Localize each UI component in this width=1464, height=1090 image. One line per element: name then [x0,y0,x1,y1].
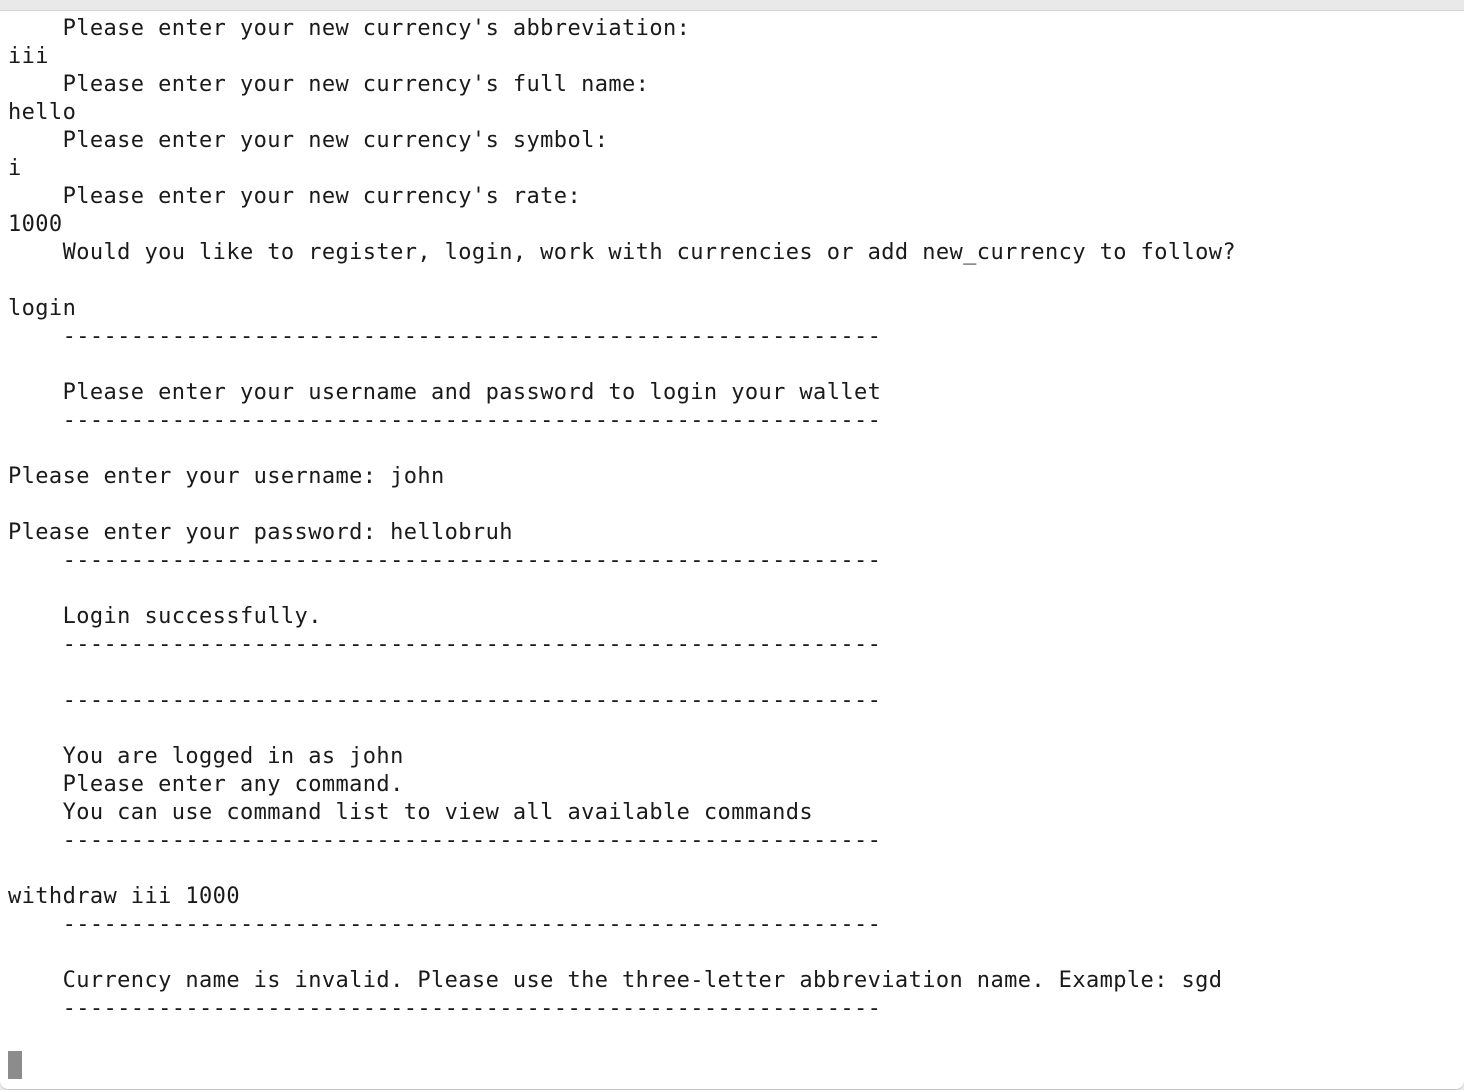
terminal-line: Would you like to register, login, work … [8,240,1237,265]
terminal-line: Login successfully. [8,604,322,629]
terminal-line: Please enter your new currency's abbrevi… [8,16,691,41]
terminal-line: Please enter your new currency's symbol: [8,128,609,153]
terminal-line: withdraw iii 1000 [8,884,240,909]
divider-line: ----------------------------------------… [8,688,882,713]
divider-line: ----------------------------------------… [8,324,882,349]
terminal-line: Please enter your new currency's full na… [8,72,650,97]
divider-line: ----------------------------------------… [8,912,882,937]
divider-line: ----------------------------------------… [8,632,882,657]
terminal-output[interactable]: Please enter your new currency's abbrevi… [8,15,1456,1023]
terminal-line: Please enter your username and password … [8,380,882,405]
terminal-line: Please enter your password: hellobruh [8,520,513,545]
terminal-line: You are logged in as john [8,744,404,769]
terminal-line: login [8,296,77,321]
terminal-line: iii [8,44,49,69]
divider-line: ----------------------------------------… [8,996,882,1021]
terminal-line: Please enter your username: john [8,464,445,489]
divider-line: ----------------------------------------… [8,408,882,433]
terminal-window[interactable]: Please enter your new currency's abbrevi… [0,10,1464,1089]
terminal-line: Currency name is invalid. Please use the… [8,968,1223,993]
divider-line: ----------------------------------------… [8,828,882,853]
text-cursor [8,1051,22,1079]
terminal-line: 1000 [8,212,63,237]
terminal-line: Please enter any command. [8,772,404,797]
terminal-line: Please enter your new currency's rate: [8,184,582,209]
terminal-line: You can use command list to view all ava… [8,800,814,825]
terminal-line: i [8,156,22,181]
terminal-line: hello [8,100,77,125]
divider-line: ----------------------------------------… [8,548,882,573]
